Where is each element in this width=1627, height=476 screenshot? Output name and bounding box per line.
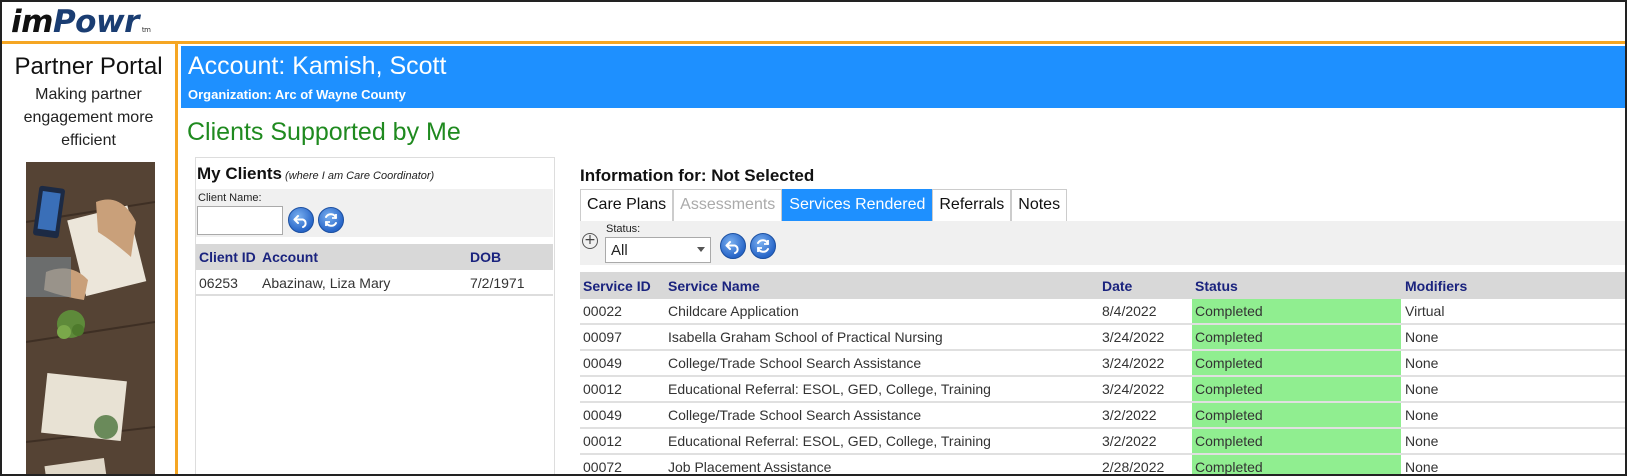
status-filter-bar: + Status: All: [580, 221, 1625, 265]
service-name-cell: Educational Referral: ESOL, GED, College…: [668, 381, 991, 397]
service-name-cell: Job Placement Assistance: [668, 459, 832, 475]
service-date-cell: 3/24/2022: [1102, 381, 1165, 397]
service-date-cell: 2/28/2022: [1102, 459, 1165, 475]
tab-services-rendered[interactable]: Services Rendered: [782, 189, 933, 221]
service-date-cell: 3/24/2022: [1102, 355, 1165, 371]
table-row[interactable]: 00012 Educational Referral: ESOL, GED, Co…: [580, 429, 1625, 455]
services-table-header: Service ID Service Name Date Status Modi…: [580, 272, 1625, 299]
add-circle-icon[interactable]: +: [582, 233, 598, 249]
service-date-cell: 3/2/2022: [1102, 407, 1157, 423]
col-date[interactable]: Date: [1102, 278, 1132, 294]
services-table-body: 00022 Childcare Application 8/4/2022 Comple…: [580, 299, 1625, 475]
table-row[interactable]: 00022 Childcare Application 8/4/2022 Comple…: [580, 299, 1625, 325]
service-modifiers-cell: None: [1405, 381, 1439, 397]
top-bar: imPowr tm: [2, 2, 1625, 44]
sidebar: Partner Portal Making partner engagement…: [2, 44, 178, 474]
service-modifiers-cell: None: [1405, 407, 1439, 423]
service-id-cell: 00049: [583, 355, 622, 371]
service-modifiers-cell: None: [1405, 329, 1439, 345]
table-row[interactable]: 00012 Educational Referral: ESOL, GED, Co…: [580, 377, 1625, 403]
service-id-cell: 00049: [583, 407, 622, 423]
col-dob[interactable]: DOB: [470, 249, 501, 265]
status-badge: Completed: [1192, 299, 1401, 323]
service-id-cell: 00072: [583, 459, 622, 475]
chevron-down-icon: [697, 247, 705, 252]
service-name-cell: Educational Referral: ESOL, GED, College…: [668, 433, 991, 449]
my-clients-title: My Clients: [197, 164, 283, 183]
service-modifiers-cell: None: [1405, 355, 1439, 371]
account-title: Account: Kamish, Scott: [188, 52, 447, 80]
status-badge: Completed: [1192, 403, 1401, 427]
col-modifiers[interactable]: Modifiers: [1405, 278, 1467, 294]
table-row[interactable]: 00072 Job Placement Assistance 2/28/2022 Co…: [580, 455, 1625, 475]
sidebar-photo: [26, 162, 155, 474]
service-modifiers-cell: None: [1405, 459, 1439, 475]
my-clients-header: My Clients (where I am Care Coordinator): [196, 158, 554, 184]
service-modifiers-cell: None: [1405, 433, 1439, 449]
services-table: Service ID Service Name Date Status Modi…: [580, 272, 1625, 475]
tab-assessments: Assessments: [673, 189, 783, 221]
info-title: Information for: Not Selected: [580, 166, 815, 185]
refresh-button[interactable]: [750, 233, 776, 259]
service-id-cell: 00097: [583, 329, 622, 345]
client-id-cell: 06253: [199, 275, 238, 291]
clients-table-header: Client ID Account DOB: [196, 244, 553, 270]
table-row[interactable]: 00049 College/Trade School Search Assista…: [580, 403, 1625, 429]
reset-button[interactable]: [288, 207, 314, 233]
tab-care-plans[interactable]: Care Plans: [580, 189, 674, 221]
col-client-id[interactable]: Client ID: [199, 249, 256, 265]
my-clients-note: (where I am Care Coordinator): [285, 170, 435, 182]
table-row[interactable]: 06253 Abazinaw, Liza Mary 7/2/1971: [196, 270, 553, 296]
table-row[interactable]: 00049 College/Trade School Search Assista…: [580, 351, 1625, 377]
refresh-icon: [325, 213, 337, 227]
service-id-cell: 00012: [583, 381, 622, 397]
service-name-cell: Childcare Application: [668, 303, 799, 319]
col-account[interactable]: Account: [262, 249, 318, 265]
tab-referrals[interactable]: Referrals: [932, 189, 1012, 221]
my-clients-panel: My Clients (where I am Care Coordinator) …: [195, 157, 555, 474]
impowr-logo[interactable]: imPowr tm: [11, 2, 151, 42]
client-filter-box: Client Name:: [196, 189, 553, 237]
undo-icon: [293, 215, 307, 228]
undo-icon: [725, 241, 739, 254]
status-select[interactable]: All: [605, 237, 711, 263]
client-name-label: Client Name:: [198, 192, 262, 204]
service-date-cell: 3/2/2022: [1102, 433, 1157, 449]
portal-title: Partner Portal: [14, 53, 163, 80]
status-label: Status:: [606, 223, 641, 235]
service-id-cell: 00022: [583, 303, 622, 319]
status-select-value: All: [611, 242, 628, 259]
organization-label: Organization: Arc of Wayne County: [188, 87, 406, 102]
service-name-cell: College/Trade School Search Assistance: [668, 355, 922, 371]
reset-button[interactable]: [720, 233, 746, 259]
client-account-cell: Abazinaw, Liza Mary: [262, 275, 391, 291]
tab-notes[interactable]: Notes: [1011, 189, 1068, 221]
status-badge: Completed: [1192, 325, 1401, 349]
service-name-cell: College/Trade School Search Assistance: [668, 407, 922, 423]
table-row[interactable]: 00097 Isabella Graham School of Practical…: [580, 325, 1625, 351]
client-dob-cell: 7/2/1971: [470, 275, 525, 291]
app-frame: imPowr tm Partner Portal Making partner e…: [0, 0, 1627, 476]
refresh-button[interactable]: [318, 207, 344, 233]
service-date-cell: 3/24/2022: [1102, 329, 1165, 345]
status-badge: Completed: [1192, 351, 1401, 375]
info-panel: Information for: Not Selected Care Plans…: [575, 157, 1625, 475]
status-badge: Completed: [1192, 455, 1401, 474]
col-status[interactable]: Status: [1195, 278, 1238, 294]
service-date-cell: 8/4/2022: [1102, 303, 1157, 319]
refresh-icon: [757, 239, 769, 253]
status-badge: Completed: [1192, 377, 1401, 401]
col-service-name[interactable]: Service Name: [668, 278, 760, 294]
account-banner: Account: Kamish, Scott Organization: Arc…: [181, 46, 1625, 108]
client-name-input[interactable]: [197, 206, 283, 235]
portal-subtitle: Making partner engagement more efficient: [23, 86, 154, 149]
info-tabs: Care Plans Assessments Services Rendered…: [580, 189, 1068, 221]
page-title: Clients Supported by Me: [187, 118, 461, 146]
col-service-id[interactable]: Service ID: [583, 278, 651, 294]
service-name-cell: Isabella Graham School of Practical Nurs…: [668, 329, 943, 345]
service-id-cell: 00012: [583, 433, 622, 449]
service-modifiers-cell: Virtual: [1405, 303, 1445, 319]
status-badge: Completed: [1192, 429, 1401, 453]
